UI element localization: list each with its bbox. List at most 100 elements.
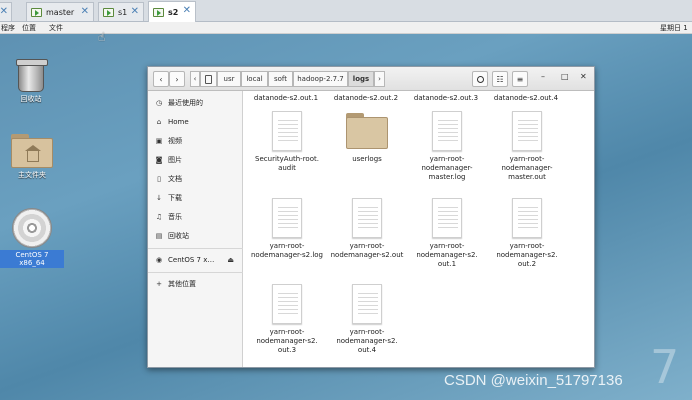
mouse-cursor-icon: ☝ <box>98 30 106 44</box>
vm-tab-strip: ✕ master ✕ s1 ✕ s2 ✕ <box>0 0 692 22</box>
file-label-partial[interactable]: datanode-s2.out.2 <box>326 94 406 102</box>
sidebar-item-pictures[interactable]: ◙ 图片 <box>154 154 240 166</box>
breadcrumb-local[interactable]: local <box>241 71 268 87</box>
file-name-line: yarn-root- <box>429 155 465 163</box>
sidebar-item-centos-disc[interactable]: ◉ CentOS 7 x… ⏏ <box>154 254 240 266</box>
csdn-watermark: CSDN @weixin_51797136 <box>444 372 623 389</box>
text-file-icon <box>512 111 542 151</box>
file-name-line: userlogs <box>352 155 382 163</box>
desktop-disc[interactable]: CentOS 7 x86_64 <box>0 208 64 268</box>
tab-label: master <box>46 7 75 17</box>
breadcrumb-scroll-left[interactable]: ‹ <box>190 71 200 87</box>
sidebar-item-label: 其他位置 <box>168 280 196 288</box>
file-item[interactable]: yarn-root- nodemanager-s2.out <box>326 198 408 260</box>
hamburger-icon: ≡ <box>516 74 524 84</box>
sidebar-item-recent[interactable]: ◷ 最近使用的 <box>154 97 240 109</box>
file-name-line: master.log <box>428 173 466 181</box>
close-icon[interactable]: ✕ <box>131 6 139 17</box>
sidebar-item-videos[interactable]: ▣ 视频 <box>154 135 240 147</box>
file-name-line: nodemanager-s2. <box>336 337 398 345</box>
disc-icon <box>12 208 52 248</box>
sidebar-item-label: 下载 <box>168 194 182 202</box>
disc-icon: ◉ <box>155 256 163 264</box>
close-icon[interactable]: ✕ <box>0 6 8 17</box>
sidebar-item-label: CentOS 7 x… <box>168 256 215 264</box>
file-manager-window: ‹ › ‹ usr local soft hadoop-2.7.7 logs ›… <box>147 66 595 368</box>
breadcrumb-scroll-right[interactable]: › <box>374 71 385 87</box>
places-menu[interactable]: 位置 <box>22 23 36 33</box>
sidebar-item-label: 音乐 <box>168 213 182 221</box>
sidebar-item-trash[interactable]: ▤ 回收站 <box>154 230 240 242</box>
breadcrumb-logs[interactable]: logs <box>348 71 374 87</box>
sidebar-item-documents[interactable]: ▯ 文档 <box>154 173 240 185</box>
picture-icon: ◙ <box>155 156 163 164</box>
document-icon: ▯ <box>157 175 161 183</box>
file-name-line: out.3 <box>277 346 297 354</box>
view-options-button[interactable]: ☷ <box>492 71 508 87</box>
file-name-line: yarn-root- <box>349 242 385 250</box>
back-button[interactable]: ‹ <box>153 71 169 87</box>
sidebar-item-label: 图片 <box>168 156 182 164</box>
file-name-line: out.1 <box>437 260 457 268</box>
file-name-line: yarn-root- <box>269 328 305 336</box>
file-item[interactable]: yarn-root- nodemanager-s2. out.3 <box>246 284 328 355</box>
file-item[interactable]: yarn-root- nodemanager-s2. out.1 <box>406 198 488 269</box>
sidebar-divider <box>148 272 243 273</box>
sidebar-item-label: 视频 <box>168 137 182 145</box>
home-folder-icon <box>11 134 53 168</box>
folder-icon <box>346 111 388 151</box>
menu-button[interactable]: ≡ <box>512 71 528 87</box>
maximize-button[interactable]: □ <box>561 72 569 81</box>
vm-tab-s1[interactable]: s1 ✕ <box>98 2 144 21</box>
vm-tab-partial[interactable]: ✕ <box>0 2 12 21</box>
desktop-disc-label: CentOS 7 x86_64 <box>0 250 64 268</box>
text-file-icon <box>272 111 302 151</box>
minimize-button[interactable]: – <box>541 72 545 81</box>
file-name-line: master.out <box>508 173 546 181</box>
file-name-line: yarn-root- <box>509 242 545 250</box>
breadcrumb-root[interactable] <box>200 71 217 87</box>
sidebar-item-label: 文档 <box>168 175 182 183</box>
folder-item[interactable]: userlogs <box>326 111 408 164</box>
forward-button[interactable]: › <box>169 71 185 87</box>
vm-tab-master[interactable]: master ✕ <box>26 2 94 21</box>
close-icon[interactable]: ✕ <box>183 5 191 16</box>
file-item[interactable]: yarn-root- nodemanager-s2. out.4 <box>326 284 408 355</box>
breadcrumb-hadoop[interactable]: hadoop-2.7.7 <box>293 71 348 87</box>
file-name-line: nodemanager- <box>501 164 553 172</box>
sidebar-item-music[interactable]: ♫ 音乐 <box>154 211 240 223</box>
sidebar-item-home[interactable]: ⌂ Home <box>154 116 240 128</box>
tab-label: s1 <box>118 7 128 17</box>
eject-icon[interactable]: ⏏ <box>227 256 234 264</box>
file-label-partial[interactable]: datanode-s2.out.1 <box>246 94 326 102</box>
file-name-line: nodemanager-s2.log <box>250 251 323 259</box>
breadcrumb-soft[interactable]: soft <box>268 71 293 87</box>
desktop-trash[interactable]: 回收站 <box>8 59 54 104</box>
file-name-line: yarn-root- <box>349 328 385 336</box>
sidebar-item-downloads[interactable]: ↓ 下载 <box>154 192 240 204</box>
file-item[interactable]: SecurityAuth-root. audit <box>246 111 328 173</box>
file-name-line: nodemanager-s2. <box>416 251 478 259</box>
desktop-trash-label: 回收站 <box>20 95 42 103</box>
search-icon <box>476 75 484 83</box>
home-icon: ⌂ <box>156 118 162 126</box>
breadcrumb-usr[interactable]: usr <box>217 71 241 87</box>
close-icon[interactable]: ✕ <box>81 6 89 17</box>
file-label-partial[interactable]: datanode-s2.out.3 <box>406 94 486 102</box>
file-label-partial[interactable]: datanode-s2.out.4 <box>486 94 566 102</box>
search-button[interactable] <box>472 71 488 87</box>
text-file-icon <box>432 198 462 238</box>
file-menu[interactable]: 文件 <box>49 23 63 33</box>
applications-menu[interactable]: 程序 <box>1 23 15 33</box>
file-item[interactable]: yarn-root- nodemanager-s2. out.2 <box>486 198 568 269</box>
sidebar-divider <box>148 248 243 249</box>
clock[interactable]: 星期日 1 <box>660 23 688 33</box>
sidebar-item-other-locations[interactable]: + 其他位置 <box>154 278 240 290</box>
file-item[interactable]: yarn-root- nodemanager- master.log <box>406 111 488 182</box>
close-button[interactable]: ✕ <box>580 72 587 81</box>
file-item[interactable]: yarn-root- nodemanager-s2.log <box>246 198 328 260</box>
file-item[interactable]: yarn-root- nodemanager- master.out <box>486 111 568 182</box>
vm-icon <box>103 7 114 17</box>
desktop-home-folder[interactable]: 主文件夹 <box>6 134 58 180</box>
vm-tab-s2[interactable]: s2 ✕ <box>148 1 196 22</box>
